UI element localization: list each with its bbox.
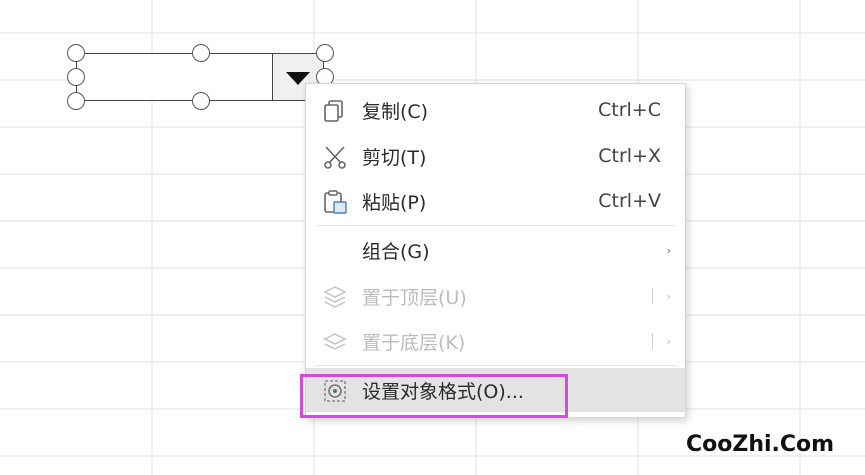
resize-handle-left[interactable] — [67, 68, 85, 86]
menu-separator — [316, 365, 676, 366]
shortcut-label: Ctrl+X — [598, 145, 661, 167]
resize-handle-bottom-left[interactable] — [67, 92, 85, 110]
resize-handle-top[interactable] — [192, 44, 210, 62]
menu-item-group[interactable]: 组合(G) › — [306, 228, 685, 272]
menu-item-send-to-back[interactable]: 置于底层(K) › — [306, 319, 685, 363]
send-to-back-icon — [323, 333, 347, 350]
resize-handle-top-right[interactable] — [316, 44, 334, 62]
menu-item-cut[interactable]: 剪切(T) Ctrl+X — [306, 134, 685, 178]
menu-item-label: 置于底层(K) — [362, 331, 466, 354]
menu-separator — [316, 225, 676, 226]
resize-handle-top-left[interactable] — [67, 44, 85, 62]
bring-to-front-icon — [323, 286, 347, 308]
chevron-right-icon: › — [666, 243, 671, 257]
shortcut-label: Ctrl+C — [598, 99, 661, 121]
menu-item-paste[interactable]: 粘贴(P) Ctrl+V — [306, 179, 685, 223]
chevron-right-icon: › — [666, 289, 671, 303]
shortcut-label: Ctrl+V — [598, 190, 661, 212]
annotation-highlight-box — [300, 374, 568, 418]
menu-item-label: 剪切(T) — [362, 146, 427, 169]
split-divider — [652, 288, 653, 304]
menu-item-copy[interactable]: 复制(C) Ctrl+C — [306, 88, 685, 132]
context-menu: 复制(C) Ctrl+C 剪切(T) Ctrl+X 粘贴(P) Ctrl+V 组… — [305, 83, 686, 418]
resize-handle-bottom[interactable] — [192, 92, 210, 110]
watermark: CooZhi.Com — [686, 432, 835, 457]
scissors-icon — [324, 146, 346, 169]
menu-item-label: 置于顶层(U) — [362, 286, 467, 309]
menu-item-label: 组合(G) — [362, 240, 430, 263]
menu-item-label: 复制(C) — [362, 100, 429, 123]
menu-item-bring-to-front[interactable]: 置于顶层(U) › — [306, 274, 685, 318]
copy-icon — [324, 100, 343, 122]
chevron-right-icon: › — [666, 334, 671, 348]
split-divider — [652, 333, 653, 349]
paste-icon — [324, 190, 347, 214]
menu-item-label: 粘贴(P) — [362, 191, 427, 214]
